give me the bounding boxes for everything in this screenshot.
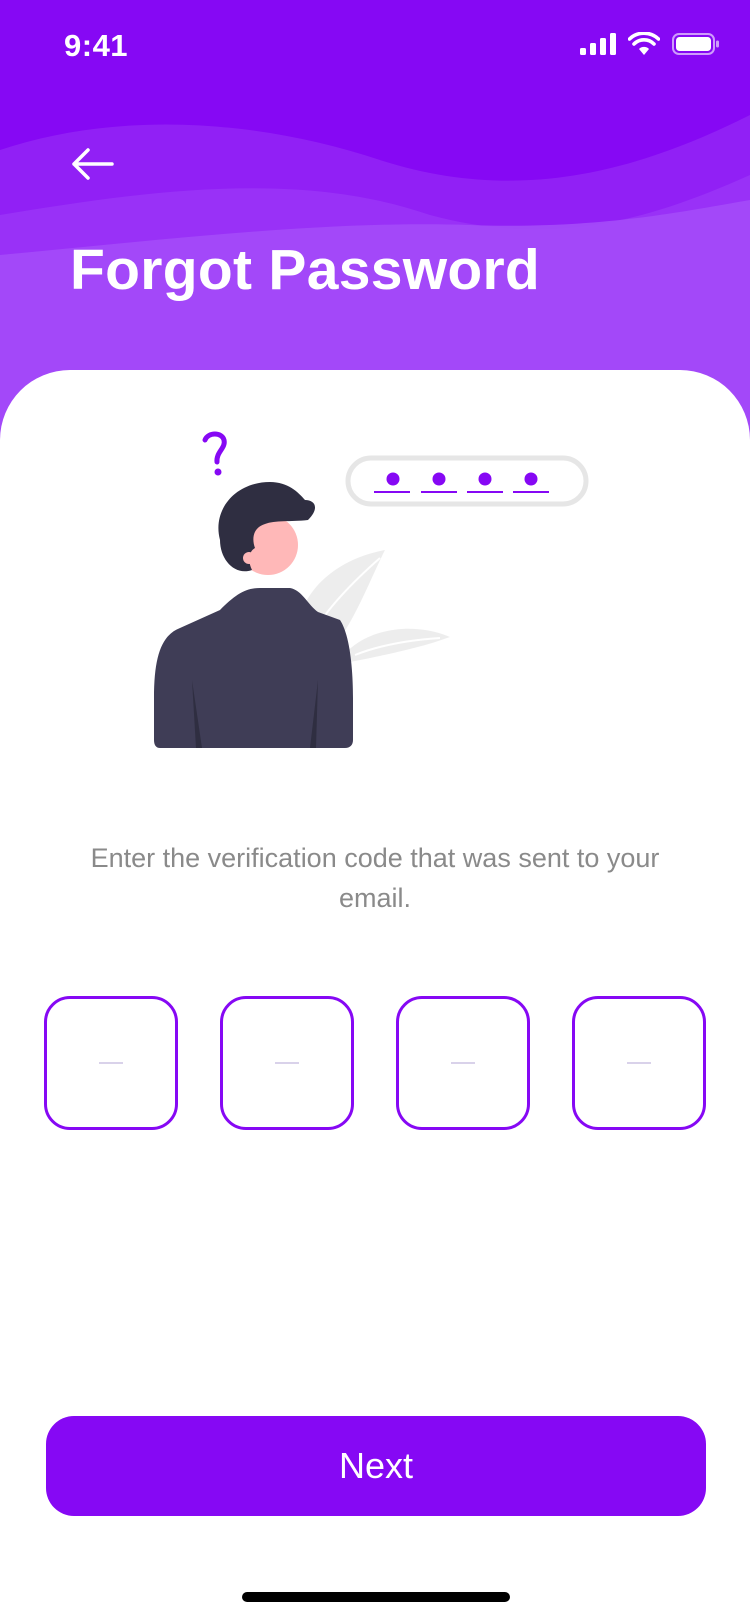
question-mark-icon <box>202 431 227 476</box>
wifi-icon <box>628 32 660 55</box>
forgot-password-illustration <box>154 431 589 748</box>
cellular-signal-icon <box>580 33 616 55</box>
otp-input-row <box>44 996 706 1136</box>
otp-placeholder-dash <box>99 1062 123 1064</box>
battery-icon <box>672 33 719 55</box>
arrow-left-icon <box>72 148 114 180</box>
otp-placeholder-dash <box>451 1062 475 1064</box>
home-indicator <box>242 1592 510 1602</box>
status-icons <box>580 32 720 56</box>
otp-placeholder-dash <box>627 1062 651 1064</box>
status-bar: 9:41 <box>0 0 750 92</box>
otp-digit-4[interactable] <box>572 996 706 1130</box>
otp-digit-2[interactable] <box>220 996 354 1130</box>
otp-digit-3[interactable] <box>396 996 530 1130</box>
status-time: 9:41 <box>64 28 129 63</box>
instruction-text: Enter the verification code that was sen… <box>90 843 660 913</box>
otp-digit-1[interactable] <box>44 996 178 1130</box>
next-button[interactable]: Next <box>46 1416 706 1516</box>
password-field-graphic <box>345 455 589 507</box>
back-button[interactable] <box>64 136 120 192</box>
otp-placeholder-dash <box>275 1062 299 1064</box>
page-title: Forgot Password <box>70 238 541 302</box>
